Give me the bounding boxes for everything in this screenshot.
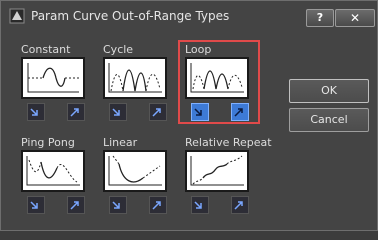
- in-range-toggle-ping-pong[interactable]: [27, 196, 45, 214]
- option-label: Relative Repeat: [185, 136, 272, 149]
- out-range-toggle-constant[interactable]: [67, 103, 85, 121]
- option-ping-pong: Ping Pong: [21, 136, 91, 218]
- help-button[interactable]: ?: [306, 9, 334, 27]
- option-label: Cycle: [103, 43, 134, 56]
- option-linear: Linear: [103, 136, 173, 218]
- curve-thumbnail-linear[interactable]: [103, 150, 167, 192]
- dialog-window: Param Curve Out-of-Range Types ? ✕ Const…: [0, 0, 378, 231]
- ok-button[interactable]: OK: [289, 79, 369, 103]
- option-relative-repeat: Relative Repeat: [185, 136, 275, 218]
- in-range-toggle-constant[interactable]: [27, 103, 45, 121]
- out-range-toggle-relative-repeat[interactable]: [231, 196, 249, 214]
- close-button[interactable]: ✕: [335, 9, 375, 27]
- cancel-button[interactable]: Cancel: [289, 108, 369, 132]
- option-cycle: Cycle: [103, 43, 173, 125]
- selection-highlight: [178, 40, 260, 124]
- option-label: Ping Pong: [21, 136, 75, 149]
- out-range-toggle-cycle[interactable]: [149, 103, 167, 121]
- curve-thumbnail-ping-pong[interactable]: [21, 150, 85, 192]
- in-range-toggle-relative-repeat[interactable]: [191, 196, 209, 214]
- out-range-toggle-ping-pong[interactable]: [67, 196, 85, 214]
- option-label: Linear: [103, 136, 138, 149]
- in-range-toggle-linear[interactable]: [109, 196, 127, 214]
- app-icon: [9, 8, 25, 24]
- window-title: Param Curve Out-of-Range Types: [31, 9, 230, 23]
- out-range-toggle-linear[interactable]: [149, 196, 167, 214]
- option-label: Constant: [21, 43, 71, 56]
- option-constant: Constant: [21, 43, 91, 125]
- in-range-toggle-cycle[interactable]: [109, 103, 127, 121]
- title-bar[interactable]: Param Curve Out-of-Range Types ? ✕: [1, 1, 377, 31]
- curve-thumbnail-cycle[interactable]: [103, 57, 167, 99]
- curve-thumbnail-constant[interactable]: [21, 57, 85, 99]
- curve-thumbnail-relative-repeat[interactable]: [185, 150, 249, 192]
